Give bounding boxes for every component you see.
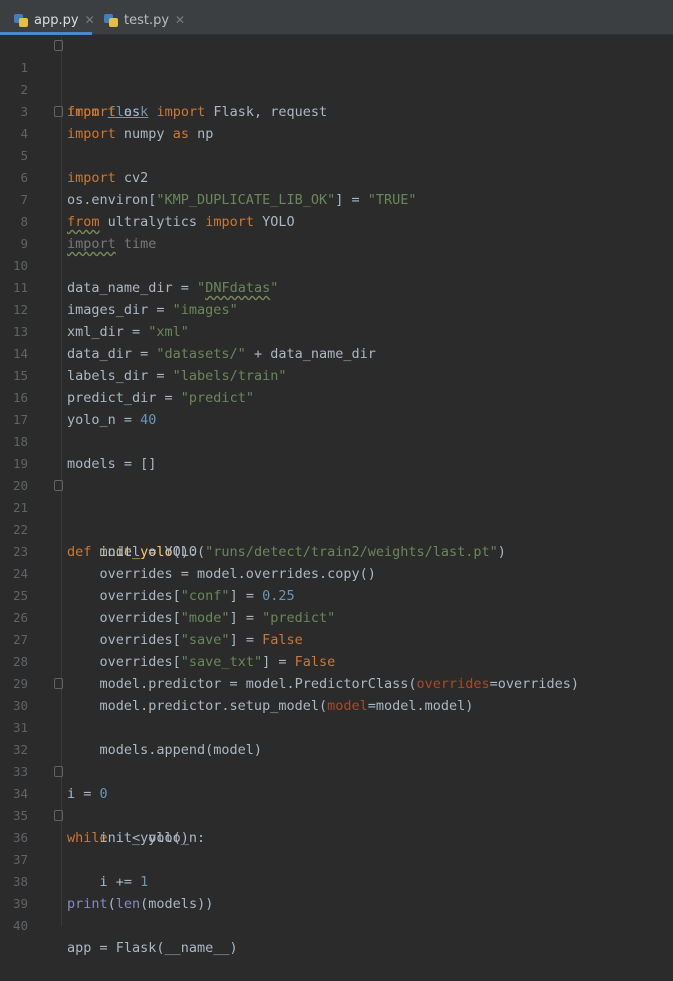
code-line: 2 import os: [0, 57, 673, 120]
code-line: 39: [0, 871, 673, 911]
code-line: 30 models.append(model): [0, 673, 673, 758]
code-line: 9: [0, 211, 673, 251]
fold-marker-icon[interactable]: [54, 480, 63, 491]
code-line: 38 print(len(models)): [0, 849, 673, 912]
python-file-icon: [104, 13, 118, 27]
code-line: 31: [0, 695, 673, 735]
code-line: 27 overrides["save_txt"] = False: [0, 607, 673, 670]
code-line: 8 import time: [0, 189, 673, 252]
fold-marker-icon[interactable]: [54, 810, 63, 821]
code-line: 24 overrides["conf"] = 0.25: [0, 541, 673, 604]
code-line: 5: [0, 123, 673, 163]
code-line: 18 models = []: [0, 409, 673, 472]
tab-label: test.py: [124, 12, 170, 28]
code-line: 15 predict_dir = "predict": [0, 343, 673, 406]
tab-label: app.py: [34, 12, 79, 28]
code-line: 32: [0, 717, 673, 757]
line-text: app = Flask(__name__): [67, 940, 238, 956]
code-line: 22 model = YOLO("runs/detect/train2/weig…: [0, 497, 673, 560]
tab-test-py[interactable]: test.py ✕: [104, 8, 185, 32]
fold-marker-icon[interactable]: [54, 766, 63, 777]
code-line: 1 from flask import Flask, request: [0, 35, 673, 120]
code-line: 19: [0, 431, 673, 471]
close-icon[interactable]: ✕: [175, 13, 185, 27]
code-line: 14 labels_dir = "labels/train": [0, 321, 673, 384]
editor-tab-bar: app.py ✕ test.py ✕: [0, 0, 673, 35]
tab-app-py[interactable]: app.py ✕: [14, 8, 95, 32]
code-line: 35 init_yolo(): [0, 783, 673, 846]
python-file-icon: [14, 13, 28, 27]
code-line: 25 overrides["mode"] = "predict": [0, 563, 673, 626]
code-line: 34 while i < yolo_n:: [0, 761, 673, 846]
code-line: 21 def init_yolo():: [0, 475, 673, 560]
code-line: 20: [0, 453, 673, 493]
code-line: 36 i += 1: [0, 805, 673, 890]
code-line: 23 overrides = model.overrides.copy(): [0, 519, 673, 582]
code-line: 16 yolo_n = 40: [0, 365, 673, 428]
code-line: 33 i = 0: [0, 739, 673, 802]
code-line: 4 import cv2: [0, 101, 673, 186]
fold-marker-icon[interactable]: [54, 40, 63, 51]
code-editor[interactable]: 1 from flask import Flask, request 2 imp…: [0, 35, 673, 956]
code-line: 37: [0, 827, 673, 867]
code-line: 28 model.predictor = model.PredictorClas…: [0, 629, 673, 692]
code-line: 6 os.environ["KMP_DUPLICATE_LIB_OK"] = "…: [0, 145, 673, 208]
code-line: 26 overrides["save"] = False: [0, 585, 673, 648]
close-icon[interactable]: ✕: [85, 13, 95, 27]
code-line: 13 data_dir = "datasets/" + data_name_di…: [0, 299, 673, 362]
code-line: 7 from ultralytics import YOLO: [0, 167, 673, 230]
code-line: 12 xml_dir = "xml": [0, 277, 673, 340]
code-line: 17: [0, 387, 673, 427]
code-line: 10 data_name_dir = "DNFdatas": [0, 233, 673, 296]
code-line: 29 model.predictor.setup_model(model=mod…: [0, 651, 673, 714]
fold-marker-icon[interactable]: [54, 106, 63, 117]
code-line: 11 images_dir = "images": [0, 255, 673, 318]
code-line: 3 import numpy as np: [0, 79, 673, 142]
line-number: 40: [12, 918, 28, 933]
fold-marker-icon[interactable]: [54, 678, 63, 689]
code-line: 40 app = Flask(__name__): [0, 893, 673, 956]
